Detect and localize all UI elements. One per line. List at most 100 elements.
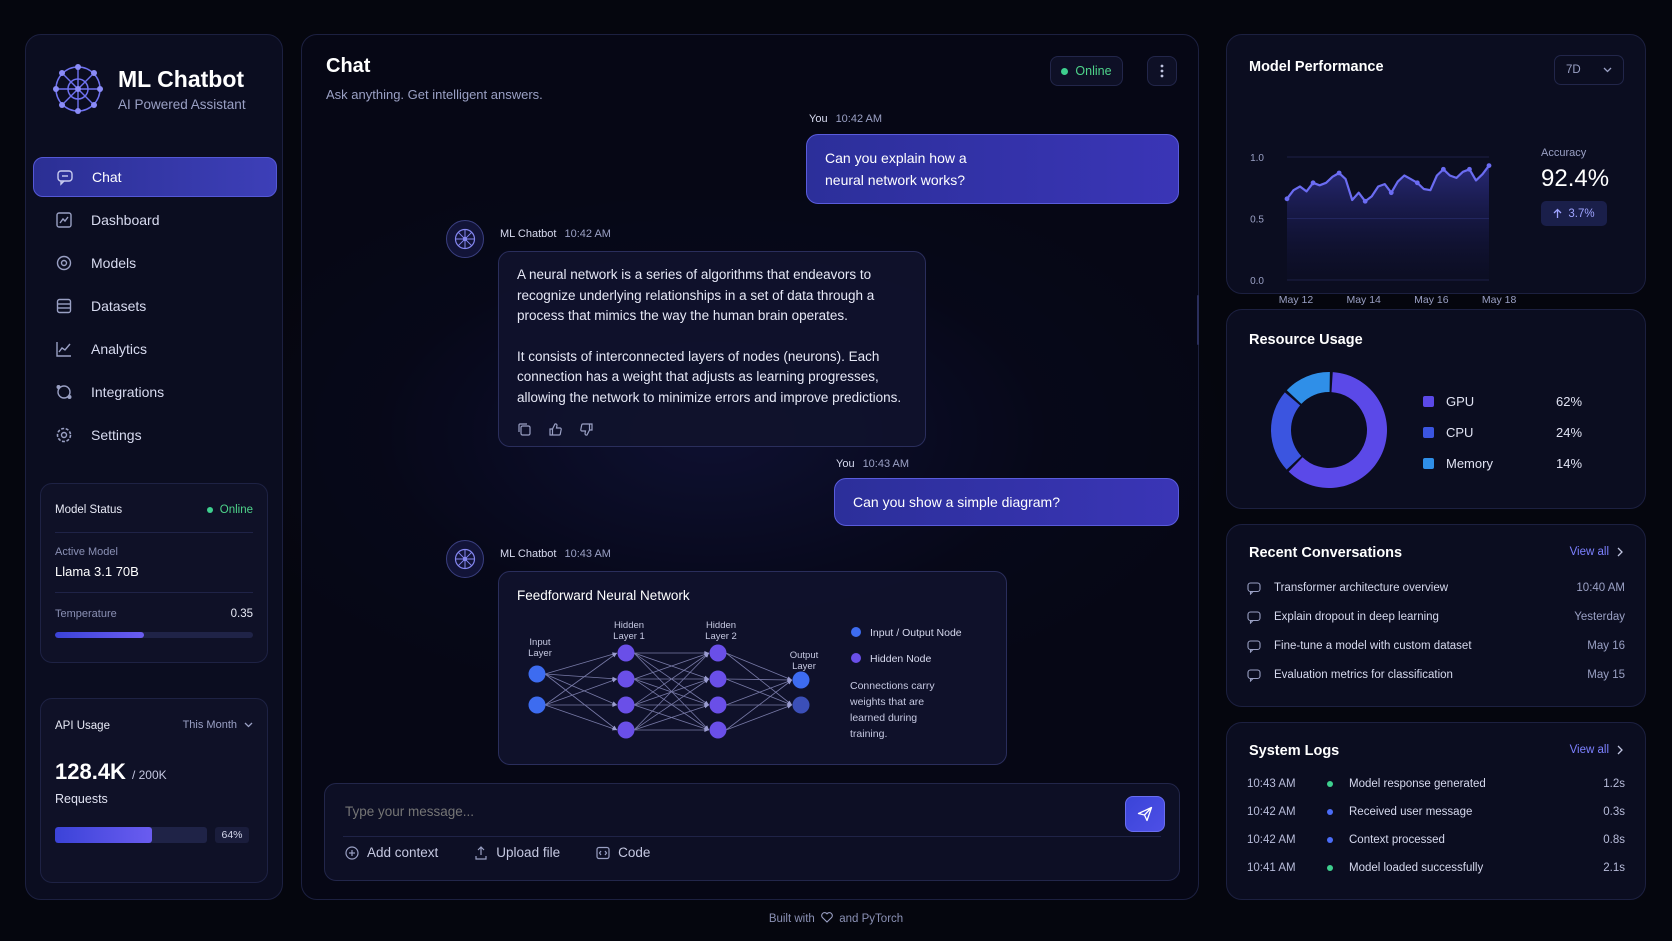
chat-icon bbox=[1247, 581, 1261, 595]
message-sender: ML Chatbot bbox=[500, 228, 557, 240]
divider bbox=[55, 592, 253, 593]
connection-line bbox=[544, 704, 618, 731]
legend-label: CPU bbox=[1446, 425, 1474, 440]
temperature-slider[interactable] bbox=[55, 632, 253, 638]
integrations-icon bbox=[56, 385, 72, 399]
sidebar-item-chat[interactable]: Chat bbox=[33, 157, 277, 197]
conversation-item[interactable]: Fine-tune a model with custom dataset May… bbox=[1247, 635, 1625, 657]
log-status-dot-icon bbox=[1327, 809, 1333, 815]
sidebar-item-dashboard[interactable]: Dashboard bbox=[33, 200, 277, 240]
donut-slice-memory bbox=[1286, 372, 1330, 404]
api-usage-count: 128.4K / 200K bbox=[55, 759, 167, 785]
log-time: 10:42 AM bbox=[1247, 806, 1296, 818]
conversation-title: Transformer architecture overview bbox=[1274, 582, 1449, 594]
metric-delta: 3.7% bbox=[1568, 207, 1595, 220]
message-meta: ML Chatbot 10:42 AM bbox=[500, 228, 611, 240]
message-composer: Add context Upload file Code bbox=[324, 783, 1180, 881]
resource-donut-chart bbox=[1271, 372, 1387, 488]
message-text: recognize underlying relationships in a … bbox=[517, 287, 875, 303]
message-time: 10:43 AM bbox=[564, 548, 611, 560]
connection-line bbox=[544, 652, 618, 675]
api-usage-unit: Requests bbox=[55, 792, 108, 806]
sidebar-item-analytics[interactable]: Analytics bbox=[33, 329, 277, 369]
message-time: 10:43 AM bbox=[862, 458, 910, 470]
resource-usage-card: Resource Usage GPU 62% CPU 24% Memory 14… bbox=[1226, 309, 1646, 509]
log-time: 10:41 AM bbox=[1247, 862, 1296, 874]
sidebar-item-integrations[interactable]: Integrations bbox=[33, 372, 277, 412]
temperature-slider-fill bbox=[55, 632, 145, 638]
active-model-value: Llama 3.1 70B bbox=[55, 564, 139, 579]
legend-value: 62% bbox=[1556, 394, 1583, 409]
accuracy-point bbox=[1284, 196, 1290, 202]
sidebar-item-label: Settings bbox=[91, 427, 142, 443]
add-context-button[interactable]: Add context bbox=[345, 845, 438, 860]
message-sender: ML Chatbot bbox=[500, 548, 557, 560]
range-value: 7D bbox=[1566, 64, 1581, 76]
upload-file-button[interactable]: Upload file bbox=[474, 845, 560, 860]
diagram-note: weights that are bbox=[849, 696, 924, 708]
copy-icon[interactable] bbox=[517, 422, 532, 437]
view-all-link[interactable]: View all bbox=[1570, 546, 1623, 558]
io-node bbox=[528, 696, 546, 714]
view-all-label: View all bbox=[1569, 546, 1609, 558]
chat-status-badge: Online bbox=[1050, 56, 1123, 86]
donut-slice-cpu bbox=[1271, 392, 1302, 470]
period-dropdown[interactable]: This Month bbox=[183, 719, 253, 731]
thumbs-down-icon[interactable] bbox=[579, 422, 594, 437]
user-message-bubble: Can you show a simple diagram? bbox=[834, 478, 1179, 526]
api-usage-value: 128.4K bbox=[55, 759, 126, 784]
arrow-up-icon bbox=[1553, 208, 1562, 218]
hidden-node bbox=[617, 696, 635, 714]
bot-avatar bbox=[446, 540, 484, 578]
sidebar-item-label: Chat bbox=[92, 169, 122, 185]
send-button[interactable] bbox=[1125, 796, 1165, 832]
sidebar-item-settings[interactable]: Settings bbox=[33, 415, 277, 455]
log-status-dot-icon bbox=[1327, 837, 1333, 843]
log-row: 10:42 AM Context processed 0.8s bbox=[1247, 829, 1625, 851]
accuracy-chart: 1.0 0.5 0.0 May 12 May 14 May 16 May 18 bbox=[1250, 153, 1517, 306]
message-sender: You bbox=[836, 458, 855, 470]
more-options-button[interactable] bbox=[1147, 56, 1177, 86]
brand: ML Chatbot AI Powered Assistant bbox=[52, 63, 246, 115]
send-icon bbox=[1137, 806, 1153, 822]
hidden-node bbox=[709, 696, 727, 714]
page-title: Chat bbox=[326, 55, 371, 77]
sidebar-item-label: Analytics bbox=[91, 341, 148, 357]
sidebar-item-label: Dashboard bbox=[91, 212, 160, 228]
diagram-message-bubble: Feedforward Neural Network Input Layer H… bbox=[498, 571, 1007, 765]
network-logo-icon bbox=[454, 228, 476, 250]
conversation-title: Evaluation metrics for classification bbox=[1274, 669, 1453, 681]
resource-legend: GPU 62% CPU 24% Memory 14% bbox=[1423, 386, 1623, 479]
layer-label: Layer bbox=[792, 661, 816, 672]
chevron-down-icon bbox=[1603, 67, 1612, 73]
log-status-dot-icon bbox=[1327, 865, 1333, 871]
conversation-item[interactable]: Transformer architecture overview 10:40 A… bbox=[1247, 577, 1625, 599]
conversation-item[interactable]: Explain dropout in deep learning Yesterda… bbox=[1247, 606, 1625, 628]
metric-value: 92.4% bbox=[1541, 165, 1610, 192]
sidebar: ML Chatbot AI Powered Assistant Chat Das… bbox=[25, 34, 283, 900]
range-dropdown[interactable]: 7D bbox=[1554, 55, 1624, 85]
period-value: This Month bbox=[182, 719, 237, 731]
user-message-bubble: Can you explain how a neural network wor… bbox=[806, 134, 1179, 204]
view-all-link[interactable]: View all bbox=[1570, 744, 1623, 756]
thumbs-up-icon[interactable] bbox=[548, 422, 563, 437]
divider bbox=[343, 836, 1161, 837]
sidebar-item-datasets[interactable]: Datasets bbox=[33, 286, 277, 326]
chat-scrollbar[interactable] bbox=[1197, 295, 1199, 345]
code-button[interactable]: Code bbox=[596, 845, 650, 860]
message-input[interactable] bbox=[345, 796, 1085, 826]
sidebar-item-models[interactable]: Models bbox=[33, 243, 277, 283]
temperature-label: Temperature bbox=[55, 608, 117, 620]
legend-label: Memory bbox=[1446, 456, 1493, 471]
divider bbox=[55, 532, 253, 533]
conversation-item[interactable]: Evaluation metrics for classification May… bbox=[1247, 664, 1625, 686]
x-tick-label: May 18 bbox=[1482, 294, 1517, 306]
api-usage-progress-fill bbox=[55, 827, 153, 843]
page-subtitle: Ask anything. Get intelligent answers. bbox=[326, 87, 543, 102]
datasets-icon bbox=[56, 298, 72, 314]
chat-icon bbox=[57, 170, 73, 186]
neural-network-diagram: Input Layer Hidden Layer 1 Hidden Layer … bbox=[528, 620, 962, 740]
chat-panel: Chat Ask anything. Get intelligent answe… bbox=[301, 34, 1199, 900]
chat-icon bbox=[1247, 610, 1261, 624]
log-message: Context processed bbox=[1349, 834, 1445, 846]
